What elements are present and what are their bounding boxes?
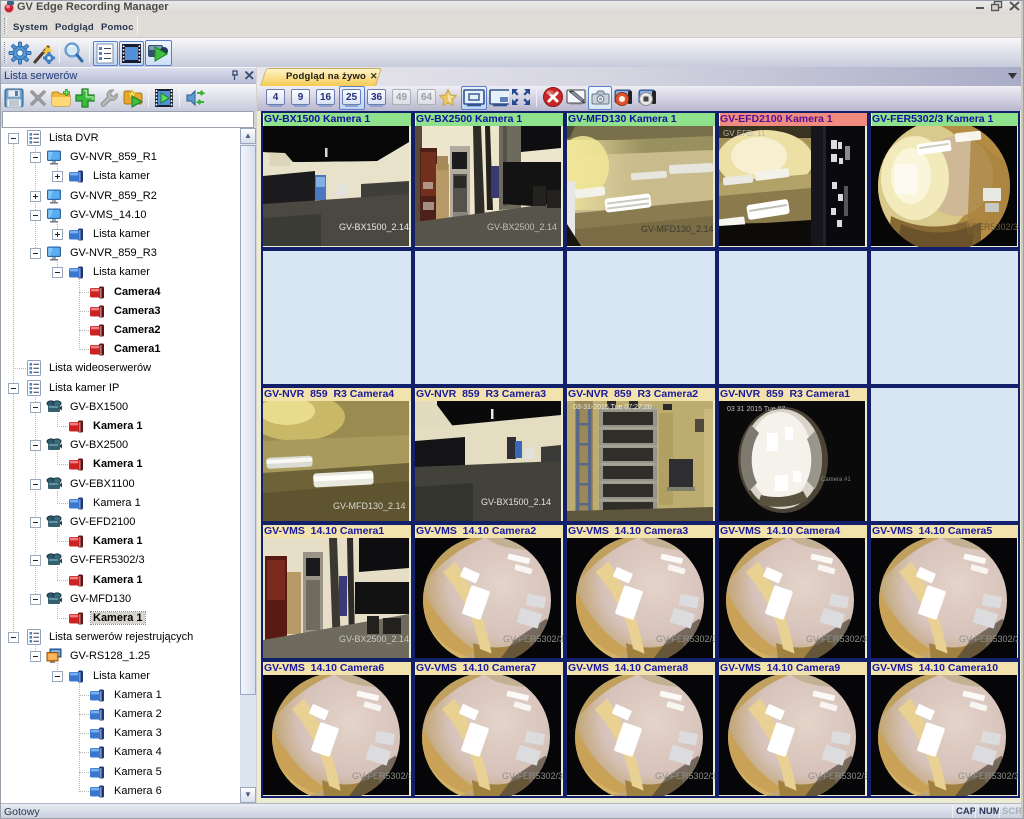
svg-text:GV-MFD130_2.14: GV-MFD130_2.14 — [333, 501, 406, 511]
svg-text:GV-FER5302/3: GV-FER5302/3 — [656, 634, 715, 644]
svg-text:GV EFD: 11: GV EFD: 11 — [723, 129, 766, 138]
svg-text:GV-FER5302/3: GV-FER5302/3 — [352, 771, 411, 781]
svg-text:GV-FER5302/3: GV-FER5302/3 — [502, 771, 563, 781]
svg-text:03 31 2015 Tue 07: 03 31 2015 Tue 07 — [727, 406, 785, 413]
svg-text:GV-BX2500_2.14: GV-BX2500_2.14 — [487, 222, 557, 232]
svg-text:GV-FER5302/3: GV-FER5302/3 — [959, 634, 1018, 644]
svg-text:GV-BX2500_2.14: GV-BX2500_2.14 — [339, 634, 409, 644]
svg-text:GV-FER5302/3: GV-FER5302/3 — [957, 222, 1018, 232]
svg-text:Camera #1: Camera #1 — [821, 477, 851, 483]
svg-text:GV-FER5302/3: GV-FER5302/3 — [958, 771, 1018, 781]
svg-text:03-31-2015 Tue 07:27:20: 03-31-2015 Tue 07:27:20 — [573, 404, 652, 411]
svg-text:GV-FER5302/3: GV-FER5302/3 — [806, 634, 867, 644]
svg-text:GV-BX1500_2.14: GV-BX1500_2.14 — [481, 497, 551, 507]
svg-text:GV-FER5302/3: GV-FER5302/3 — [655, 771, 715, 781]
svg-text:GV-BX1500_2.14: GV-BX1500_2.14 — [339, 222, 409, 232]
svg-text:GV-FER5302/3: GV-FER5302/3 — [808, 771, 867, 781]
svg-text:GV-FER5302/3: GV-FER5302/3 — [503, 634, 563, 644]
svg-text:GV-MFD130_2.14: GV-MFD130_2.14 — [641, 224, 714, 234]
